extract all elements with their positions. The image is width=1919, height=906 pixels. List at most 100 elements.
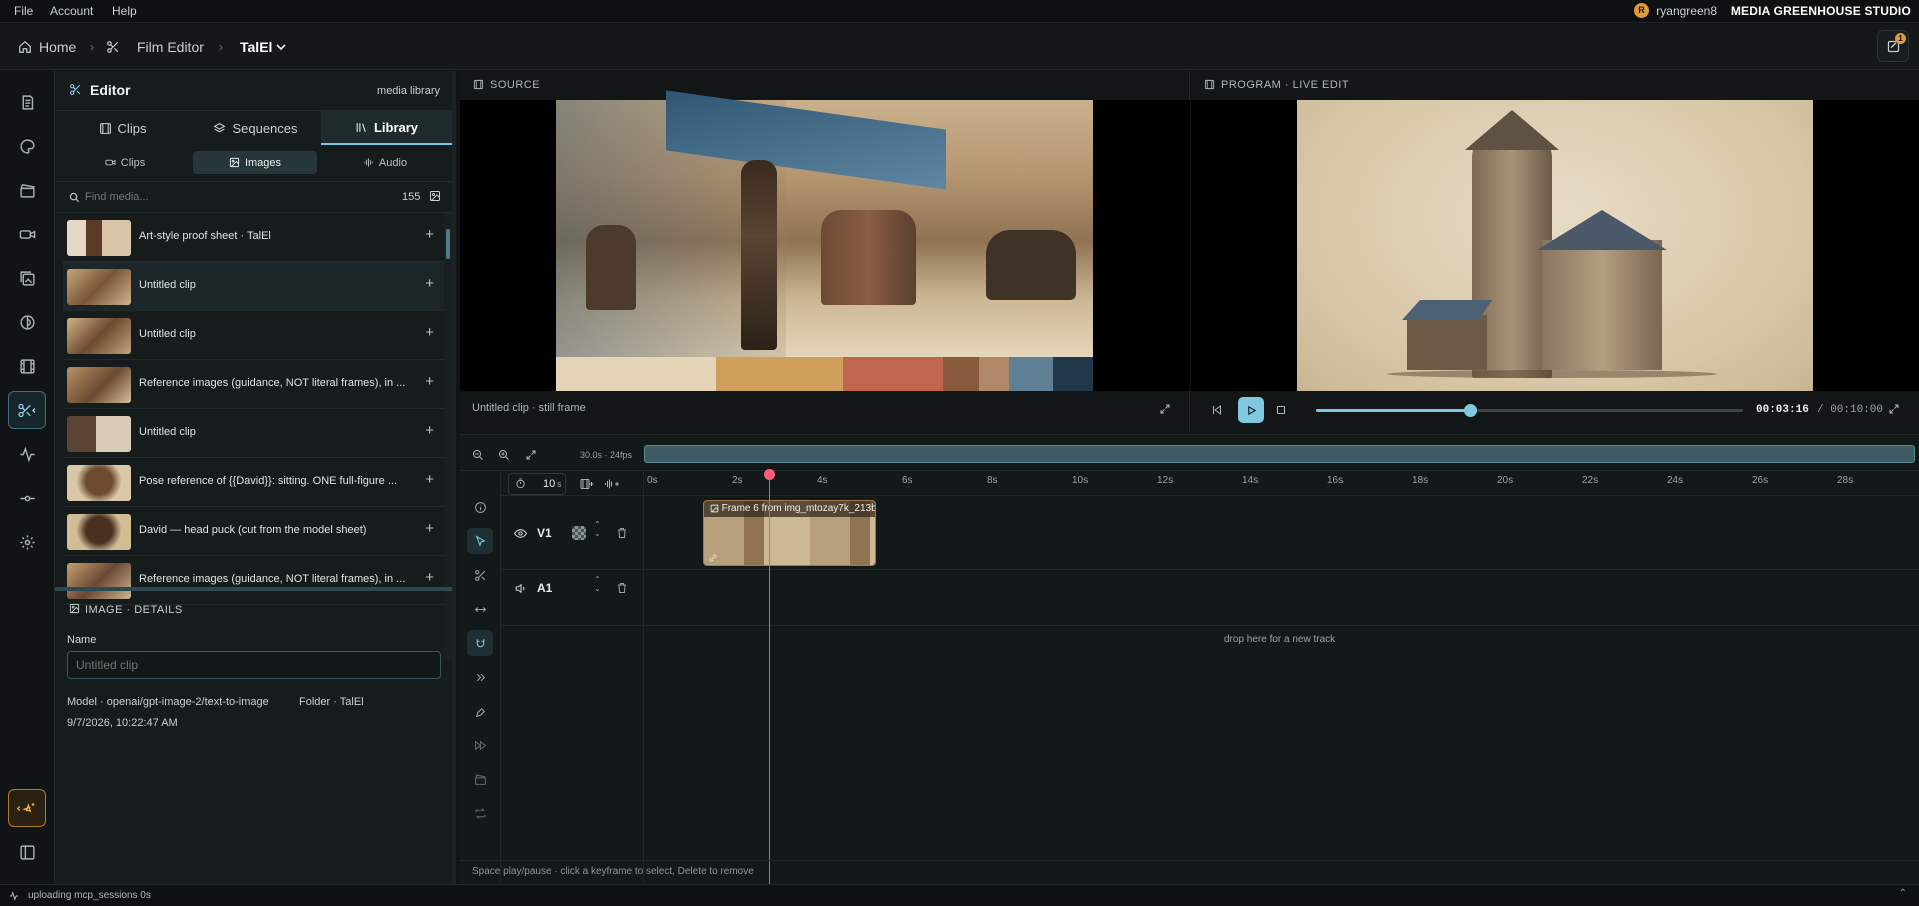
avatar[interactable]: R xyxy=(1634,3,1649,18)
duration-control[interactable]: 10 s xyxy=(508,473,566,495)
chevrons-right-icon[interactable] xyxy=(467,664,493,690)
fast-forward-icon[interactable] xyxy=(467,732,493,758)
play-button[interactable] xyxy=(1238,397,1264,423)
pen-tool-icon[interactable] xyxy=(467,698,493,724)
activity-icon[interactable] xyxy=(12,439,42,469)
palette-swatch xyxy=(1009,357,1053,391)
breadcrumb-film-editor[interactable]: Film Editor xyxy=(137,39,204,55)
add-icon[interactable]: + xyxy=(425,471,434,488)
model-info: Model · openai/gpt-image-2/text-to-image xyxy=(67,696,269,708)
trash-icon[interactable] xyxy=(616,527,628,539)
images-icon[interactable] xyxy=(12,263,42,293)
activity-icon xyxy=(9,891,19,901)
chevron-down-icon[interactable] xyxy=(276,43,286,51)
program-heading: PROGRAM · LIVE EDIT xyxy=(1221,79,1350,91)
resize-handle[interactable] xyxy=(55,587,452,591)
ai-sparkle-icon[interactable] xyxy=(8,789,46,827)
playhead-handle[interactable] xyxy=(763,469,775,480)
git-commit-icon[interactable] xyxy=(12,483,42,513)
timeline-overview-bar[interactable] xyxy=(644,445,1915,463)
palette-icon[interactable] xyxy=(12,131,42,161)
magnet-snap-icon[interactable] xyxy=(467,630,493,656)
duration-value[interactable]: 10 xyxy=(543,478,555,490)
add-clip-icon[interactable] xyxy=(580,478,594,490)
editor-scissors-icon[interactable] xyxy=(8,391,46,429)
list-scrollbar[interactable] xyxy=(444,213,452,659)
breadcrumb-project[interactable]: TalEl xyxy=(240,39,272,55)
reorder-arrows-icon[interactable]: ⌃ ⌄ xyxy=(594,520,601,538)
list-item[interactable]: Pose reference of {{David}}: sitting. ON… xyxy=(63,458,446,507)
subtab-images[interactable]: Images xyxy=(193,151,317,174)
breadcrumb-home[interactable]: Home xyxy=(39,39,76,55)
username[interactable]: ryangreen8 xyxy=(1656,4,1717,18)
playback-scrubber[interactable] xyxy=(1316,404,1743,417)
ruler-label: 2s xyxy=(732,475,743,486)
ruler-label: 18s xyxy=(1412,475,1429,486)
list-item[interactable]: Reference images (guidance, NOT literal … xyxy=(63,556,446,605)
subtab-clips[interactable]: Clips xyxy=(75,151,175,174)
chevron-up-icon[interactable]: ⌃ xyxy=(1899,888,1907,899)
tab-clips[interactable]: Clips xyxy=(55,111,190,145)
scrubber-handle[interactable] xyxy=(1463,404,1477,417)
film-icon[interactable] xyxy=(12,351,42,381)
fullscreen-icon[interactable] xyxy=(1888,403,1900,415)
media-library-link[interactable]: media library xyxy=(377,85,440,97)
ruler-label: 8s xyxy=(987,475,998,486)
source-canvas[interactable] xyxy=(460,90,1190,391)
program-canvas[interactable] xyxy=(1191,100,1919,391)
eye-icon[interactable] xyxy=(514,527,527,540)
razor-tool-icon[interactable] xyxy=(467,562,493,588)
list-item[interactable]: Untitled clip + xyxy=(63,262,446,311)
list-item[interactable]: Untitled clip + xyxy=(63,409,446,458)
tab-library[interactable]: Library xyxy=(321,111,452,145)
subtab-audio[interactable]: Audio xyxy=(335,151,435,174)
trash-icon[interactable] xyxy=(616,582,628,594)
list-item[interactable]: Art-style proof sheet · TalEl + xyxy=(63,213,446,262)
add-icon[interactable]: + xyxy=(425,226,434,243)
zoom-out-icon[interactable] xyxy=(472,449,484,461)
transparency-icon[interactable] xyxy=(572,526,586,540)
panel-icon[interactable] xyxy=(12,837,42,867)
name-field[interactable] xyxy=(67,651,441,679)
timeline-clip[interactable]: Frame 6 from img_mtozay7k_213bd8f0 xyxy=(702,500,877,566)
speaker-icon[interactable] xyxy=(514,582,527,595)
fit-icon[interactable] xyxy=(525,449,537,461)
list-item[interactable]: Untitled clip + xyxy=(63,311,446,360)
reorder-arrows-icon[interactable]: ⌃ ⌄ xyxy=(594,575,601,593)
add-icon[interactable]: + xyxy=(425,520,434,537)
slip-tool-icon[interactable] xyxy=(467,596,493,622)
zoom-in-icon[interactable] xyxy=(498,449,510,461)
search-input[interactable] xyxy=(85,186,335,208)
select-tool-icon[interactable] xyxy=(467,528,493,554)
menu-account[interactable]: Account xyxy=(50,4,93,18)
color-palette-strip xyxy=(556,357,1093,391)
add-icon[interactable]: + xyxy=(425,373,434,390)
add-icon[interactable]: + xyxy=(425,275,434,292)
camera-icon[interactable] xyxy=(12,219,42,249)
skip-back-icon[interactable] xyxy=(1211,404,1223,416)
tab-sequences[interactable]: Sequences xyxy=(190,111,321,145)
add-icon[interactable]: + xyxy=(425,422,434,439)
list-item[interactable]: Reference images (guidance, NOT literal … xyxy=(63,360,446,409)
notifications-button[interactable]: 1 xyxy=(1877,30,1909,62)
drop-zone-hint[interactable]: drop here for a new track xyxy=(1224,634,1335,645)
add-icon[interactable]: + xyxy=(425,324,434,341)
menu-file[interactable]: File xyxy=(14,4,33,18)
stop-icon[interactable] xyxy=(1275,404,1287,416)
list-item[interactable]: David — head puck (cut from the model sh… xyxy=(63,507,446,556)
fullscreen-icon[interactable] xyxy=(1159,403,1171,415)
script-icon[interactable] xyxy=(12,87,42,117)
clapperboard-icon[interactable] xyxy=(467,766,493,792)
layers-icon xyxy=(213,122,226,132)
add-audio-icon[interactable] xyxy=(604,478,620,490)
clapperboard-icon[interactable] xyxy=(12,175,42,205)
settings-icon[interactable] xyxy=(12,527,42,557)
playhead[interactable] xyxy=(763,469,775,896)
scrollbar-thumb[interactable] xyxy=(446,229,450,259)
loop-icon[interactable] xyxy=(467,800,493,826)
info-icon[interactable] xyxy=(467,494,493,520)
time-ruler[interactable]: 0s 2s 4s 6s 8s 10s 12s 14s 16s 18s 20s 2… xyxy=(644,471,1919,495)
add-icon[interactable]: + xyxy=(425,569,434,586)
aperture-icon[interactable] xyxy=(12,307,42,337)
menu-help[interactable]: Help xyxy=(112,4,137,18)
